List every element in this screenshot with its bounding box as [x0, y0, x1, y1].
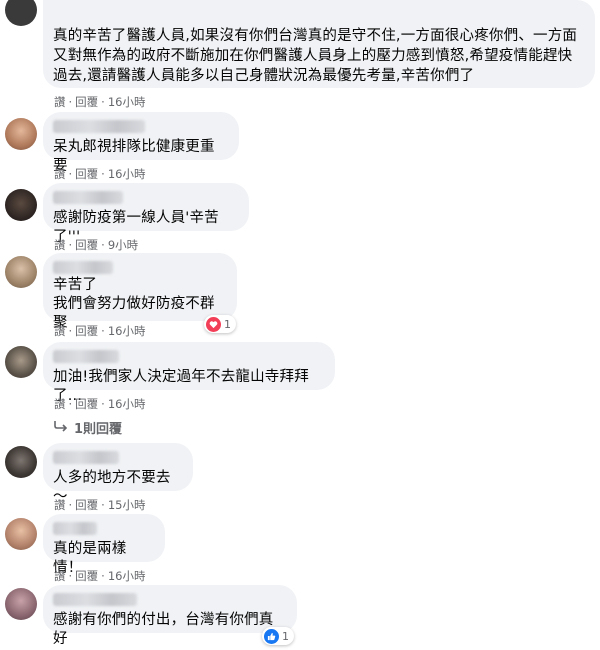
avatar[interactable] [5, 446, 37, 478]
timestamp[interactable]: 16小時 [108, 396, 146, 412]
reply-link[interactable]: 回覆 [75, 497, 98, 513]
separator: · [68, 238, 73, 252]
reaction-count: 1 [282, 629, 289, 643]
separator: · [101, 95, 105, 109]
comment-bubble: 感謝防疫第一線人員'辛苦了''' [43, 183, 249, 245]
comment-actions: 讚 · 回覆 · 9小時 [54, 237, 138, 253]
like-link[interactable]: 讚 [54, 237, 66, 253]
reply-link[interactable]: 回覆 [75, 94, 98, 110]
reaction-badge[interactable]: 1 [262, 627, 294, 645]
separator: · [68, 324, 73, 338]
reply-link[interactable]: 回覆 [75, 396, 98, 412]
comment-actions: 讚 · 回覆 · 16小時 [54, 323, 145, 339]
avatar[interactable] [5, 346, 37, 378]
reply-link[interactable]: 回覆 [75, 323, 98, 339]
like-link[interactable]: 讚 [54, 323, 66, 339]
reaction-badge[interactable]: 1 [204, 315, 236, 333]
avatar[interactable] [5, 118, 37, 150]
separator: · [101, 397, 105, 411]
avatar[interactable] [5, 0, 37, 26]
separator: · [68, 397, 73, 411]
like-link[interactable]: 讚 [54, 497, 66, 513]
commenter-name[interactable] [53, 120, 145, 133]
comment-actions: 讚 · 回覆 · 16小時 [54, 94, 145, 110]
comment-bubble: 真的辛苦了醫護人員,如果沒有你們台灣真的是守不住,一方面很心疼你們、一方面又對無… [43, 0, 595, 88]
separator: · [68, 95, 73, 109]
avatar[interactable] [5, 189, 37, 221]
love-icon [206, 316, 221, 332]
comment-actions: 讚 · 回覆 · 15小時 [54, 497, 145, 513]
commenter-name[interactable] [53, 451, 119, 464]
comment-text: 感謝有你們的付出，台灣有你們真好 [53, 612, 274, 647]
separator: · [101, 498, 105, 512]
avatar[interactable] [5, 256, 37, 288]
separator: · [68, 167, 73, 181]
like-link[interactable]: 讚 [54, 396, 66, 412]
reply-link[interactable]: 回覆 [75, 568, 98, 584]
timestamp[interactable]: 15小時 [108, 497, 146, 513]
reply-link[interactable]: 回覆 [75, 237, 98, 253]
separator: · [68, 498, 73, 512]
comment-bubble: 真的是兩樣情！ [43, 514, 165, 576]
commenter-name[interactable] [53, 350, 119, 363]
separator: · [101, 324, 105, 338]
avatar[interactable] [5, 588, 37, 620]
timestamp[interactable]: 16小時 [108, 323, 146, 339]
commenter-name[interactable] [53, 261, 113, 274]
comment-actions: 讚 · 回覆 · 16小時 [54, 568, 145, 584]
reply-link[interactable]: 回覆 [75, 166, 98, 182]
commenter-name[interactable] [53, 593, 137, 606]
like-icon [264, 628, 279, 644]
separator: · [101, 238, 105, 252]
separator: · [101, 167, 105, 181]
commenter-name[interactable] [53, 191, 123, 204]
like-link[interactable]: 讚 [54, 94, 66, 110]
timestamp[interactable]: 16小時 [108, 94, 146, 110]
like-link[interactable]: 讚 [54, 568, 66, 584]
comment-bubble: 辛苦了 我們會努力做好防疫不群聚 [43, 253, 237, 331]
avatar[interactable] [5, 518, 37, 550]
commenter-name[interactable] [53, 522, 97, 535]
comment-text: 真的辛苦了醫護人員,如果沒有你們台灣真的是守不住,一方面很心疼你們、一方面又對無… [53, 28, 578, 84]
reply-arrow-icon [54, 420, 68, 436]
timestamp[interactable]: 9小時 [108, 237, 138, 253]
timestamp[interactable]: 16小時 [108, 568, 146, 584]
view-replies-link[interactable]: 1則回覆 [54, 418, 122, 437]
comment-bubble: 人多的地方不要去～ [43, 443, 193, 505]
separator: · [101, 569, 105, 583]
comment-bubble: 加油!我們家人決定過年不去龍山寺拜拜了... [43, 342, 335, 404]
reaction-count: 1 [224, 317, 231, 331]
comment-bubble: 呆丸郎視排隊比健康更重要 [43, 112, 239, 174]
comment-bubble: 感謝有你們的付出，台灣有你們真好 [43, 585, 297, 647]
comment-actions: 讚 · 回覆 · 16小時 [54, 166, 145, 182]
separator: · [68, 569, 73, 583]
timestamp[interactable]: 16小時 [108, 166, 146, 182]
like-link[interactable]: 讚 [54, 166, 66, 182]
replies-count-label[interactable]: 1則回覆 [74, 418, 122, 437]
comment-actions: 讚 · 回覆 · 16小時 [54, 396, 145, 412]
